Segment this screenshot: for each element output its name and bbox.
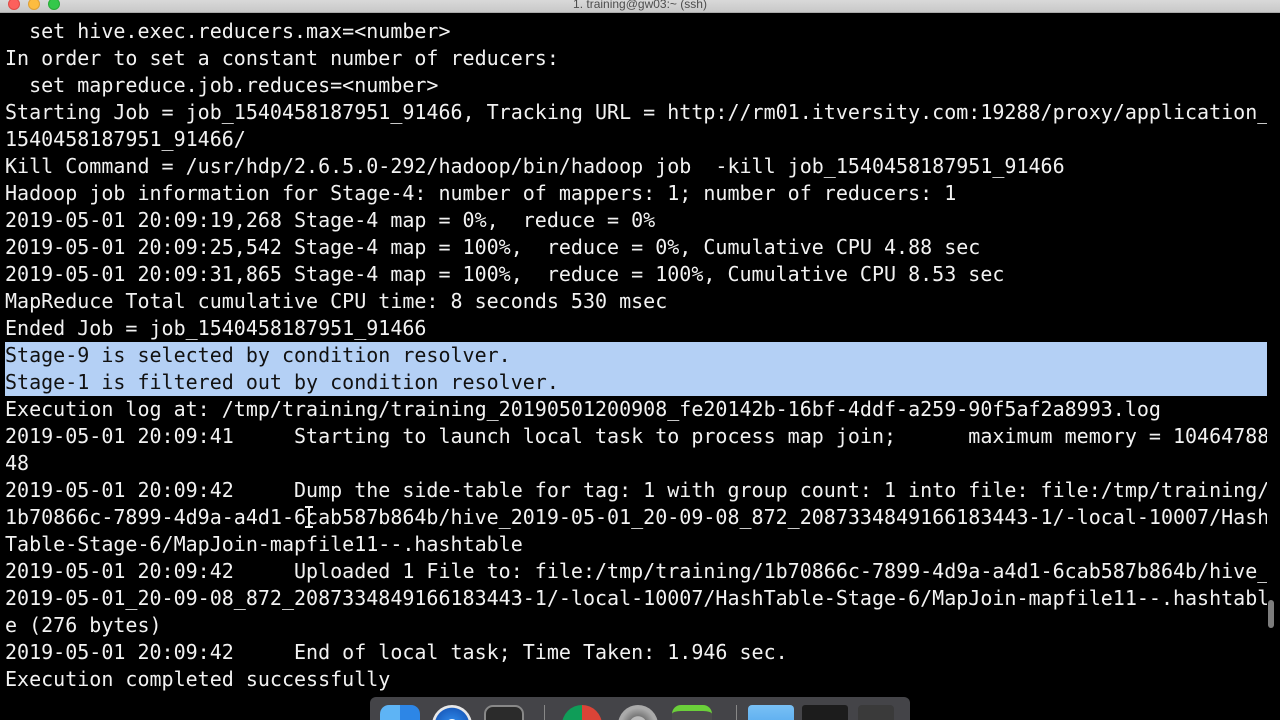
- terminal-line-selected: Stage-1 is filtered out by condition res…: [5, 369, 1267, 396]
- terminal-window: 1. training@gw03:~ (ssh) set hive.exec.r…: [0, 0, 1280, 720]
- dock-divider: [736, 705, 737, 720]
- terminal-line: In order to set a constant number of red…: [5, 46, 559, 70]
- terminal-line: Ended Job = job_1540458187951_91466: [5, 316, 427, 340]
- display-icon[interactable]: [802, 705, 848, 720]
- dock-divider: [544, 705, 545, 720]
- terminal-line: 2019-05-01 20:09:42 End of local task; T…: [5, 640, 788, 664]
- terminal-output[interactable]: set hive.exec.reducers.max=<number> In or…: [5, 18, 1267, 698]
- terminal-line: Execution log at: /tmp/training/training…: [5, 397, 1161, 421]
- terminal-line: 2019-05-01 20:09:25,542 Stage-4 map = 10…: [5, 235, 981, 259]
- system-preferences-icon[interactable]: [618, 705, 658, 720]
- terminal-line: set hive.exec.reducers.max=<number>: [5, 19, 451, 43]
- folder-icon[interactable]: [748, 705, 794, 720]
- title-bar[interactable]: 1. training@gw03:~ (ssh): [0, 0, 1280, 13]
- terminal-line: 2019-05-01 20:09:19,268 Stage-4 map = 0%…: [5, 208, 656, 232]
- safari-icon[interactable]: [432, 705, 472, 720]
- chrome-icon[interactable]: [562, 705, 602, 720]
- terminal-icon[interactable]: [484, 705, 524, 720]
- terminal-line: Kill Command = /usr/hdp/2.6.5.0-292/hado…: [5, 154, 1065, 178]
- terminal-line: e (276 bytes): [5, 613, 162, 637]
- terminal-line: 1b70866c-7899-4d9a-a4d1-6cab587b864b/hiv…: [5, 505, 1267, 529]
- terminal-line-selected: Stage-9 is selected by condition resolve…: [5, 342, 1267, 369]
- terminal-line: Hadoop job information for Stage-4: numb…: [5, 181, 957, 205]
- terminal-line: 48: [5, 451, 30, 475]
- terminal-line: 2019-05-01 20:09:41 Starting to launch l…: [5, 424, 1267, 448]
- terminal-line: Execution completed successfully: [5, 667, 391, 691]
- sublime-text-icon[interactable]: [672, 705, 712, 720]
- dock: [370, 697, 910, 720]
- terminal-line: Starting Job = job_1540458187951_91466, …: [5, 100, 1267, 124]
- window-title: 1. training@gw03:~ (ssh): [573, 0, 707, 11]
- terminal-scrollbar[interactable]: [1268, 600, 1274, 628]
- finder-icon[interactable]: [380, 705, 420, 720]
- terminal-line: Table-Stage-6/MapJoin-mapfile11--.hashta…: [5, 532, 523, 556]
- mouse-cursor-icon: [305, 506, 313, 528]
- terminal-line: set mapreduce.job.reduces=<number>: [5, 73, 439, 97]
- terminal-line: 2019-05-01 20:09:42 Uploaded 1 File to: …: [5, 559, 1267, 583]
- terminal-line: 2019-05-01 20:09:42 Dump the side-table …: [5, 478, 1267, 502]
- terminal-line: 2019-05-01 20:09:31,865 Stage-4 map = 10…: [5, 262, 1005, 286]
- trash-icon[interactable]: [858, 705, 894, 720]
- terminal-line: 1540458187951_91466/: [5, 127, 246, 151]
- terminal-line: MapReduce Total cumulative CPU time: 8 s…: [5, 289, 668, 313]
- terminal-line: 2019-05-01_20-09-08_872_2087334849166183…: [5, 586, 1267, 610]
